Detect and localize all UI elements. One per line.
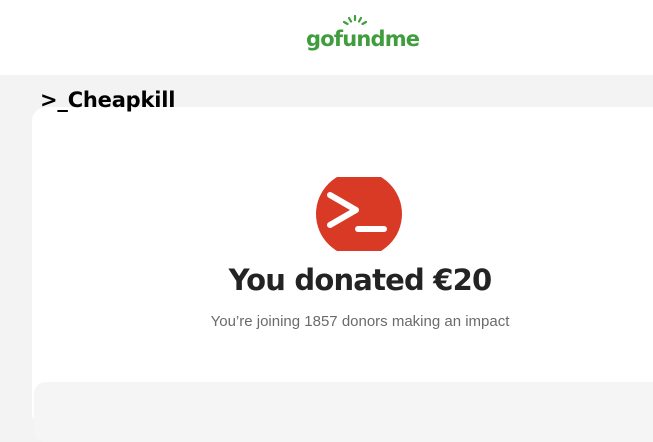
- lower-panel: [34, 382, 653, 442]
- donors-subtext: You’re joining 1857 donors making an imp…: [210, 313, 510, 330]
- top-bar: gofundme: [0, 0, 653, 75]
- terminal-prompt-icon: [316, 177, 402, 251]
- overlay-title: >_Cheapkill: [40, 88, 176, 112]
- gofundme-logo[interactable]: gofundme: [300, 15, 420, 55]
- campaign-avatar: [316, 177, 402, 251]
- logo-wordmark: gofundme: [306, 27, 420, 51]
- donation-headline: You donated €20: [228, 263, 493, 297]
